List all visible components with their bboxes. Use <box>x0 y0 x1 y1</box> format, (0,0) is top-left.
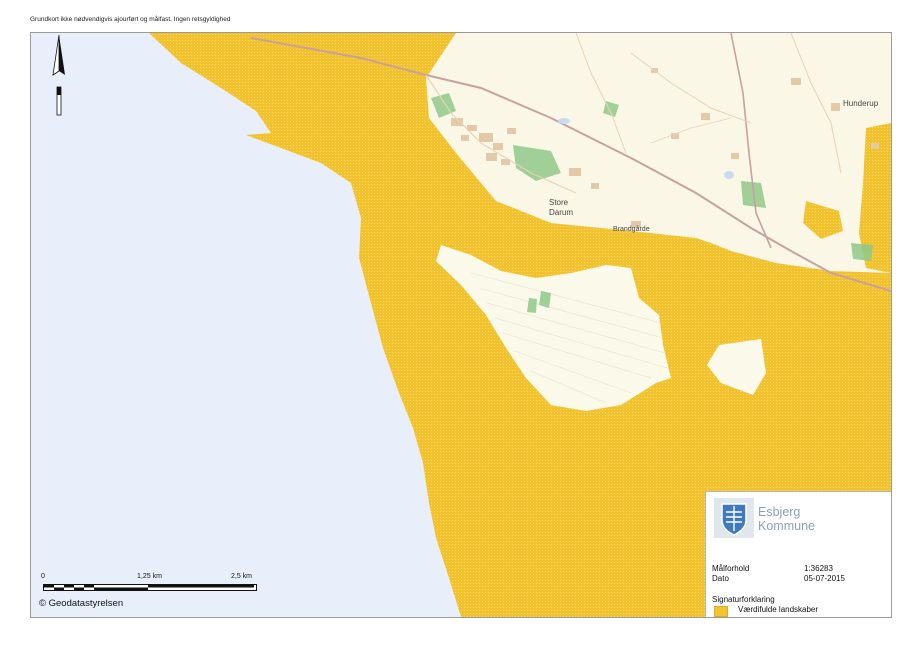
scale-tick-2: 2,5 km <box>231 573 253 580</box>
scale-bar-graphic <box>43 584 257 591</box>
place-label-hunderup: Hunderup <box>843 99 879 108</box>
place-label-store: Store <box>549 198 569 207</box>
date-value: 05-07-2015 <box>804 574 845 583</box>
copyright-notice: © Geodatastyrelsen <box>39 598 124 609</box>
legend-panel: Esbjerg Kommune Målforhold 1:36283 Dato … <box>705 491 891 617</box>
place-label-brandgaarde: Brandgårde <box>613 226 650 233</box>
organization-name-line2: Kommune <box>758 519 815 533</box>
scale-label: Målforhold <box>712 564 750 573</box>
organization-name-line1: Esbjerg <box>758 505 801 519</box>
legend-swatch-landscape <box>714 606 728 617</box>
place-label-darum: Darum <box>549 208 574 217</box>
date-label: Dato <box>712 574 729 583</box>
esbjerg-logo-icon <box>714 498 754 538</box>
north-arrow-icon <box>49 34 69 122</box>
scale-tick-1: 1,25 km <box>137 573 162 580</box>
legend-title: Signaturforklaring <box>712 595 775 604</box>
scale-value: 1:36283 <box>804 564 833 573</box>
legend-item-label: Værdifulde landskaber <box>738 605 819 614</box>
map-view[interactable]: Store Darum Brandgårde Hunderup 0 1,25 k… <box>30 32 892 618</box>
scale-tick-0: 0 <box>41 573 45 580</box>
map-disclaimer: Grundkort ikke nødvendigvis ajourført og… <box>30 16 231 23</box>
